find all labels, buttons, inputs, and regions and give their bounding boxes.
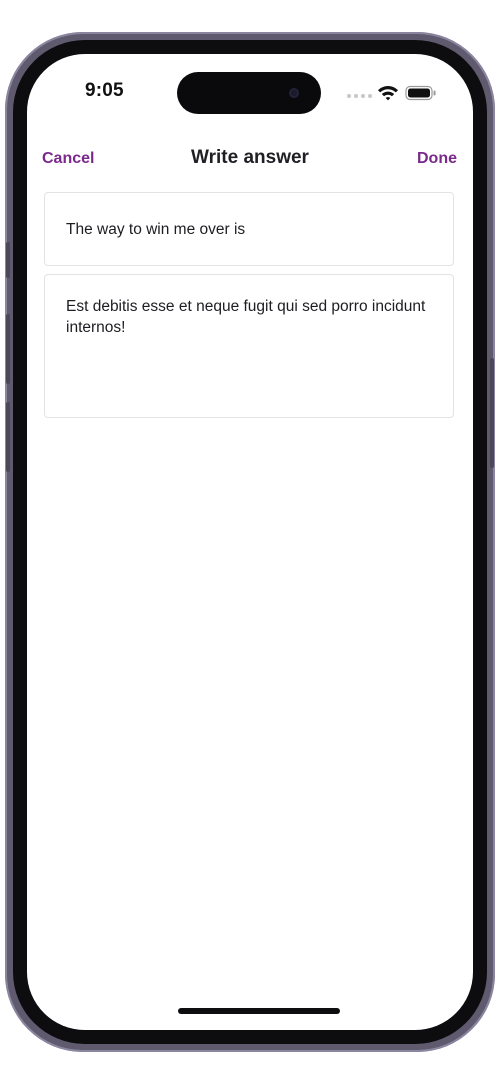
power-button — [490, 358, 494, 468]
volume-up-button — [6, 314, 10, 384]
home-indicator[interactable] — [178, 1008, 340, 1014]
phone-frame: 9:05 Cancel Write answer Done The way to… — [5, 32, 495, 1052]
done-button[interactable]: Done — [417, 150, 457, 168]
prompt-field[interactable]: The way to win me over is — [44, 192, 454, 266]
status-time: 9:05 — [85, 80, 124, 101]
navigation-bar: Cancel Write answer Done — [27, 142, 473, 178]
action-button — [6, 242, 10, 278]
screen: 9:05 Cancel Write answer Done The way to… — [27, 54, 473, 1030]
volume-down-button — [6, 402, 10, 472]
camera-icon — [289, 88, 299, 98]
prompt-text: The way to win me over is — [66, 221, 246, 238]
wifi-icon — [378, 86, 398, 101]
dynamic-island — [177, 72, 321, 114]
battery-icon — [405, 85, 436, 101]
answer-text-area[interactable]: Est debitis esse et neque fugit qui sed … — [44, 274, 454, 418]
answer-text: Est debitis esse et neque fugit qui sed … — [66, 298, 426, 336]
phone-bezel: 9:05 Cancel Write answer Done The way to… — [13, 40, 487, 1044]
cellular-signal-icon — [347, 94, 372, 98]
page-title: Write answer — [191, 147, 309, 168]
